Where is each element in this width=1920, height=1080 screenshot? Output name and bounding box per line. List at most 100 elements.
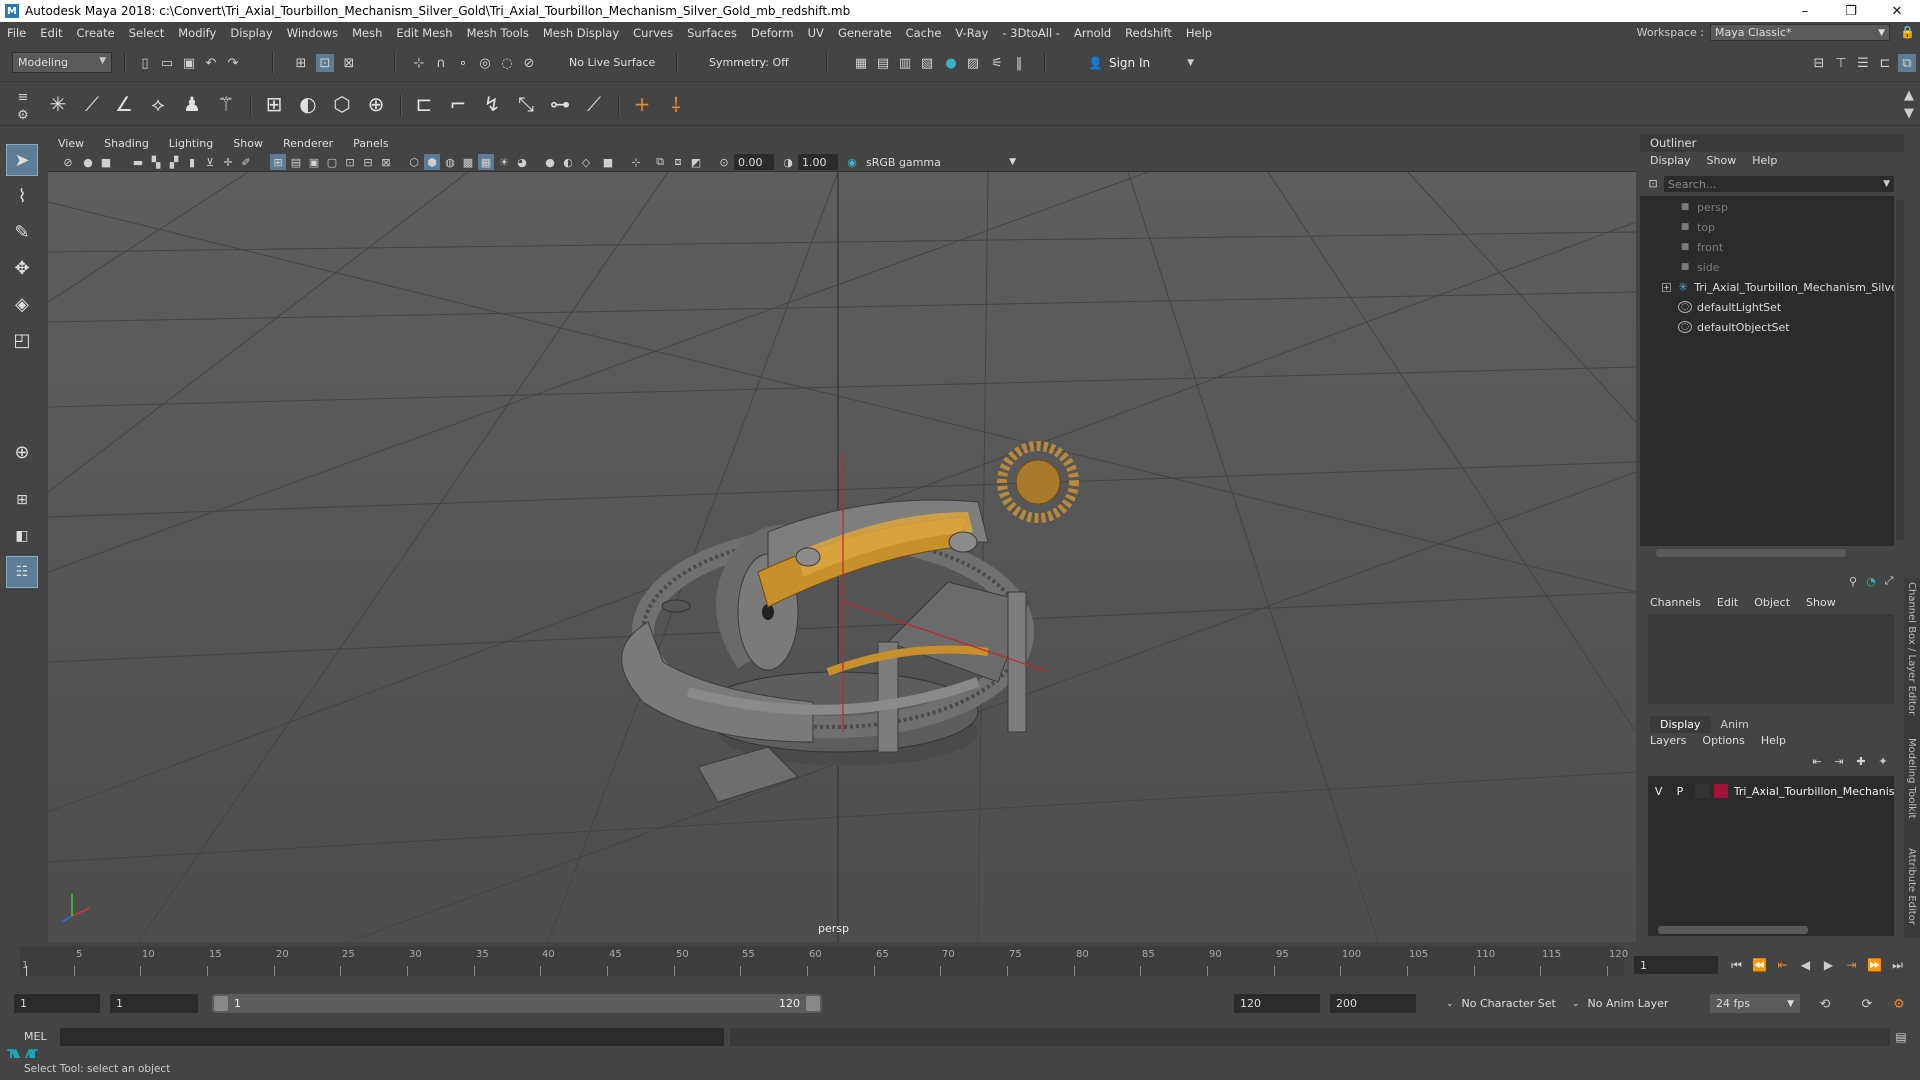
- menu-cache[interactable]: Cache: [899, 26, 949, 40]
- select-object-icon[interactable]: ⊡: [316, 54, 334, 72]
- hypershade-icon[interactable]: ●: [942, 54, 960, 72]
- outliner-item-persp[interactable]: ■ persp: [1640, 198, 1894, 216]
- locator-icon[interactable]: +: [628, 90, 656, 118]
- redo-icon[interactable]: ↷: [224, 54, 242, 72]
- menu-mesh[interactable]: Mesh: [345, 26, 389, 40]
- command-language-label[interactable]: MEL: [24, 1030, 47, 1043]
- time-slider[interactable]: 1 5 10 15 20 25 30 35 40 45 50 55 60 65 …: [20, 946, 1628, 976]
- film-gate-icon[interactable]: ▤: [288, 154, 304, 170]
- menu-uv[interactable]: UV: [801, 26, 831, 40]
- new-layer-icon[interactable]: ✚: [1852, 752, 1870, 770]
- channels-menu-object[interactable]: Object: [1754, 596, 1790, 609]
- menu-help[interactable]: Help: [1179, 26, 1219, 40]
- outliner-menu-help[interactable]: Help: [1752, 154, 1777, 167]
- shelf-menu-icon[interactable]: ≡: [14, 88, 32, 106]
- snapshot-icon[interactable]: ⊻: [202, 154, 218, 170]
- symmetry-dropdown[interactable]: Symmetry: Off: [704, 52, 804, 73]
- menu-surfaces[interactable]: Surfaces: [680, 26, 744, 40]
- play-forwards-icon[interactable]: ▶: [1820, 956, 1837, 974]
- four-view-layout-icon[interactable]: ⊞: [6, 484, 38, 516]
- minimize-button[interactable]: –: [1782, 0, 1828, 22]
- open-scene-icon[interactable]: ▭: [158, 54, 176, 72]
- menu-edit[interactable]: Edit: [33, 26, 69, 40]
- snap-grid-icon[interactable]: ⊹: [410, 54, 428, 72]
- menu-deform[interactable]: Deform: [744, 26, 801, 40]
- render-frame-icon[interactable]: ▦: [852, 54, 870, 72]
- playback-start-field[interactable]: 1: [110, 994, 198, 1013]
- vp-menu-shading[interactable]: Shading: [94, 137, 159, 150]
- constraint-point-icon[interactable]: ⌐: [444, 90, 472, 118]
- color-space-dropdown[interactable]: sRGB gamma ▼: [862, 154, 1022, 170]
- render-view-icon[interactable]: ▤: [874, 54, 892, 72]
- step-forward-frame-icon[interactable]: ⇥: [1843, 956, 1860, 974]
- shelf-settings-icon[interactable]: ⚙: [14, 106, 32, 124]
- resolution-gate-icon[interactable]: ▣: [306, 154, 322, 170]
- select-component-icon[interactable]: ⊠: [340, 54, 358, 72]
- gate-mask-icon[interactable]: ▢: [324, 154, 340, 170]
- layer-row[interactable]: V P Tri_Axial_Tourbillon_Mechanisr: [1648, 782, 1894, 800]
- pause-icon[interactable]: ‖: [1010, 54, 1028, 72]
- viewport-canvas[interactable]: persp: [48, 172, 1636, 942]
- grid-icon[interactable]: ⊞: [270, 154, 286, 170]
- outliner-item-front[interactable]: ■ front: [1640, 238, 1894, 256]
- animation-preferences-icon[interactable]: ⚙: [1890, 995, 1908, 1013]
- close-button[interactable]: ✕: [1874, 0, 1920, 22]
- scale-tool-icon[interactable]: ◰: [6, 324, 38, 356]
- move-layer-down-icon[interactable]: ⇥: [1830, 752, 1848, 770]
- menu-curves[interactable]: Curves: [626, 26, 680, 40]
- loop-icon[interactable]: ⟲: [1816, 995, 1834, 1013]
- wireframe-icon[interactable]: ⬡: [406, 154, 422, 170]
- layer-horizontal-scrollbar[interactable]: [1658, 926, 1808, 934]
- menu-modify[interactable]: Modify: [171, 26, 223, 40]
- shelf-scroll-up-icon[interactable]: ▲: [1900, 86, 1918, 104]
- menu-set-dropdown[interactable]: Modeling ▼: [12, 52, 112, 73]
- step-back-key-icon[interactable]: ⏪: [1751, 956, 1768, 974]
- outliner-vertical-scrollbar[interactable]: [1896, 200, 1904, 540]
- rotate-tool-icon[interactable]: ◈: [6, 288, 38, 320]
- bind-skin-icon[interactable]: ⟡: [144, 90, 172, 118]
- render-sequence-icon[interactable]: ⚟: [988, 54, 1006, 72]
- menu-mesh-display[interactable]: Mesh Display: [536, 26, 626, 40]
- ik-handle-icon[interactable]: ⟋: [78, 90, 106, 118]
- gamma-icon[interactable]: ◑: [780, 154, 796, 170]
- constraint-orient-icon[interactable]: ↯: [478, 90, 506, 118]
- image-plane-icon[interactable]: ▬: [130, 154, 146, 170]
- humanik-icon[interactable]: ♟: [178, 90, 206, 118]
- vp-menu-panels[interactable]: Panels: [343, 137, 398, 150]
- select-hierarchy-icon[interactable]: ⊞: [292, 54, 310, 72]
- exposure-icon[interactable]: ⊙: [716, 154, 732, 170]
- fps-dropdown[interactable]: 24 fps ▼: [1710, 994, 1800, 1013]
- lock-icon[interactable]: 🔒: [1900, 25, 1915, 39]
- layer-editor-icon[interactable]: ⧉: [1898, 54, 1916, 72]
- safe-title-icon[interactable]: ⊠: [378, 154, 394, 170]
- menu-windows[interactable]: Windows: [280, 26, 345, 40]
- render-settings-icon[interactable]: ▧: [918, 54, 936, 72]
- outliner-menu-show[interactable]: Show: [1707, 154, 1737, 167]
- gamma-field[interactable]: 1.00: [798, 154, 838, 170]
- snap-curve-icon[interactable]: ∩: [432, 54, 450, 72]
- depth-of-field-icon[interactable]: ◇: [578, 154, 594, 170]
- layers-menu-options[interactable]: Options: [1702, 734, 1744, 747]
- current-frame-input[interactable]: 1: [1634, 956, 1718, 974]
- step-forward-key-icon[interactable]: ⏩: [1866, 956, 1883, 974]
- tumble-icon[interactable]: ✐: [238, 154, 254, 170]
- grease-pencil-icon[interactable]: ▞: [166, 154, 182, 170]
- exposure-field[interactable]: 0.00: [734, 154, 774, 170]
- go-to-start-icon[interactable]: ⏮: [1728, 956, 1745, 974]
- play-backwards-icon[interactable]: ◀: [1797, 956, 1814, 974]
- outliner-horizontal-scrollbar[interactable]: [1656, 549, 1846, 557]
- joint-tool-icon[interactable]: ✳: [44, 90, 72, 118]
- shadows-icon[interactable]: ☀: [496, 154, 512, 170]
- character-set-dropdown[interactable]: ⌄ No Character Set: [1440, 994, 1570, 1013]
- two-view-layout-icon[interactable]: ◧: [6, 520, 38, 552]
- move-tool-icon[interactable]: ✥: [6, 252, 38, 284]
- lasso-tool-icon[interactable]: ⌇: [6, 180, 38, 212]
- bookmark-icon[interactable]: ■: [98, 154, 114, 170]
- new-layer-selected-icon[interactable]: ✦: [1874, 752, 1892, 770]
- expand-icon[interactable]: +: [1662, 282, 1671, 292]
- backface-icon[interactable]: ◩: [688, 154, 704, 170]
- menu-generate[interactable]: Generate: [831, 26, 899, 40]
- maximize-button[interactable]: ❐: [1828, 0, 1874, 22]
- xray-icon[interactable]: ■: [600, 154, 616, 170]
- tab-attribute-editor[interactable]: Attribute Editor: [1906, 848, 1917, 925]
